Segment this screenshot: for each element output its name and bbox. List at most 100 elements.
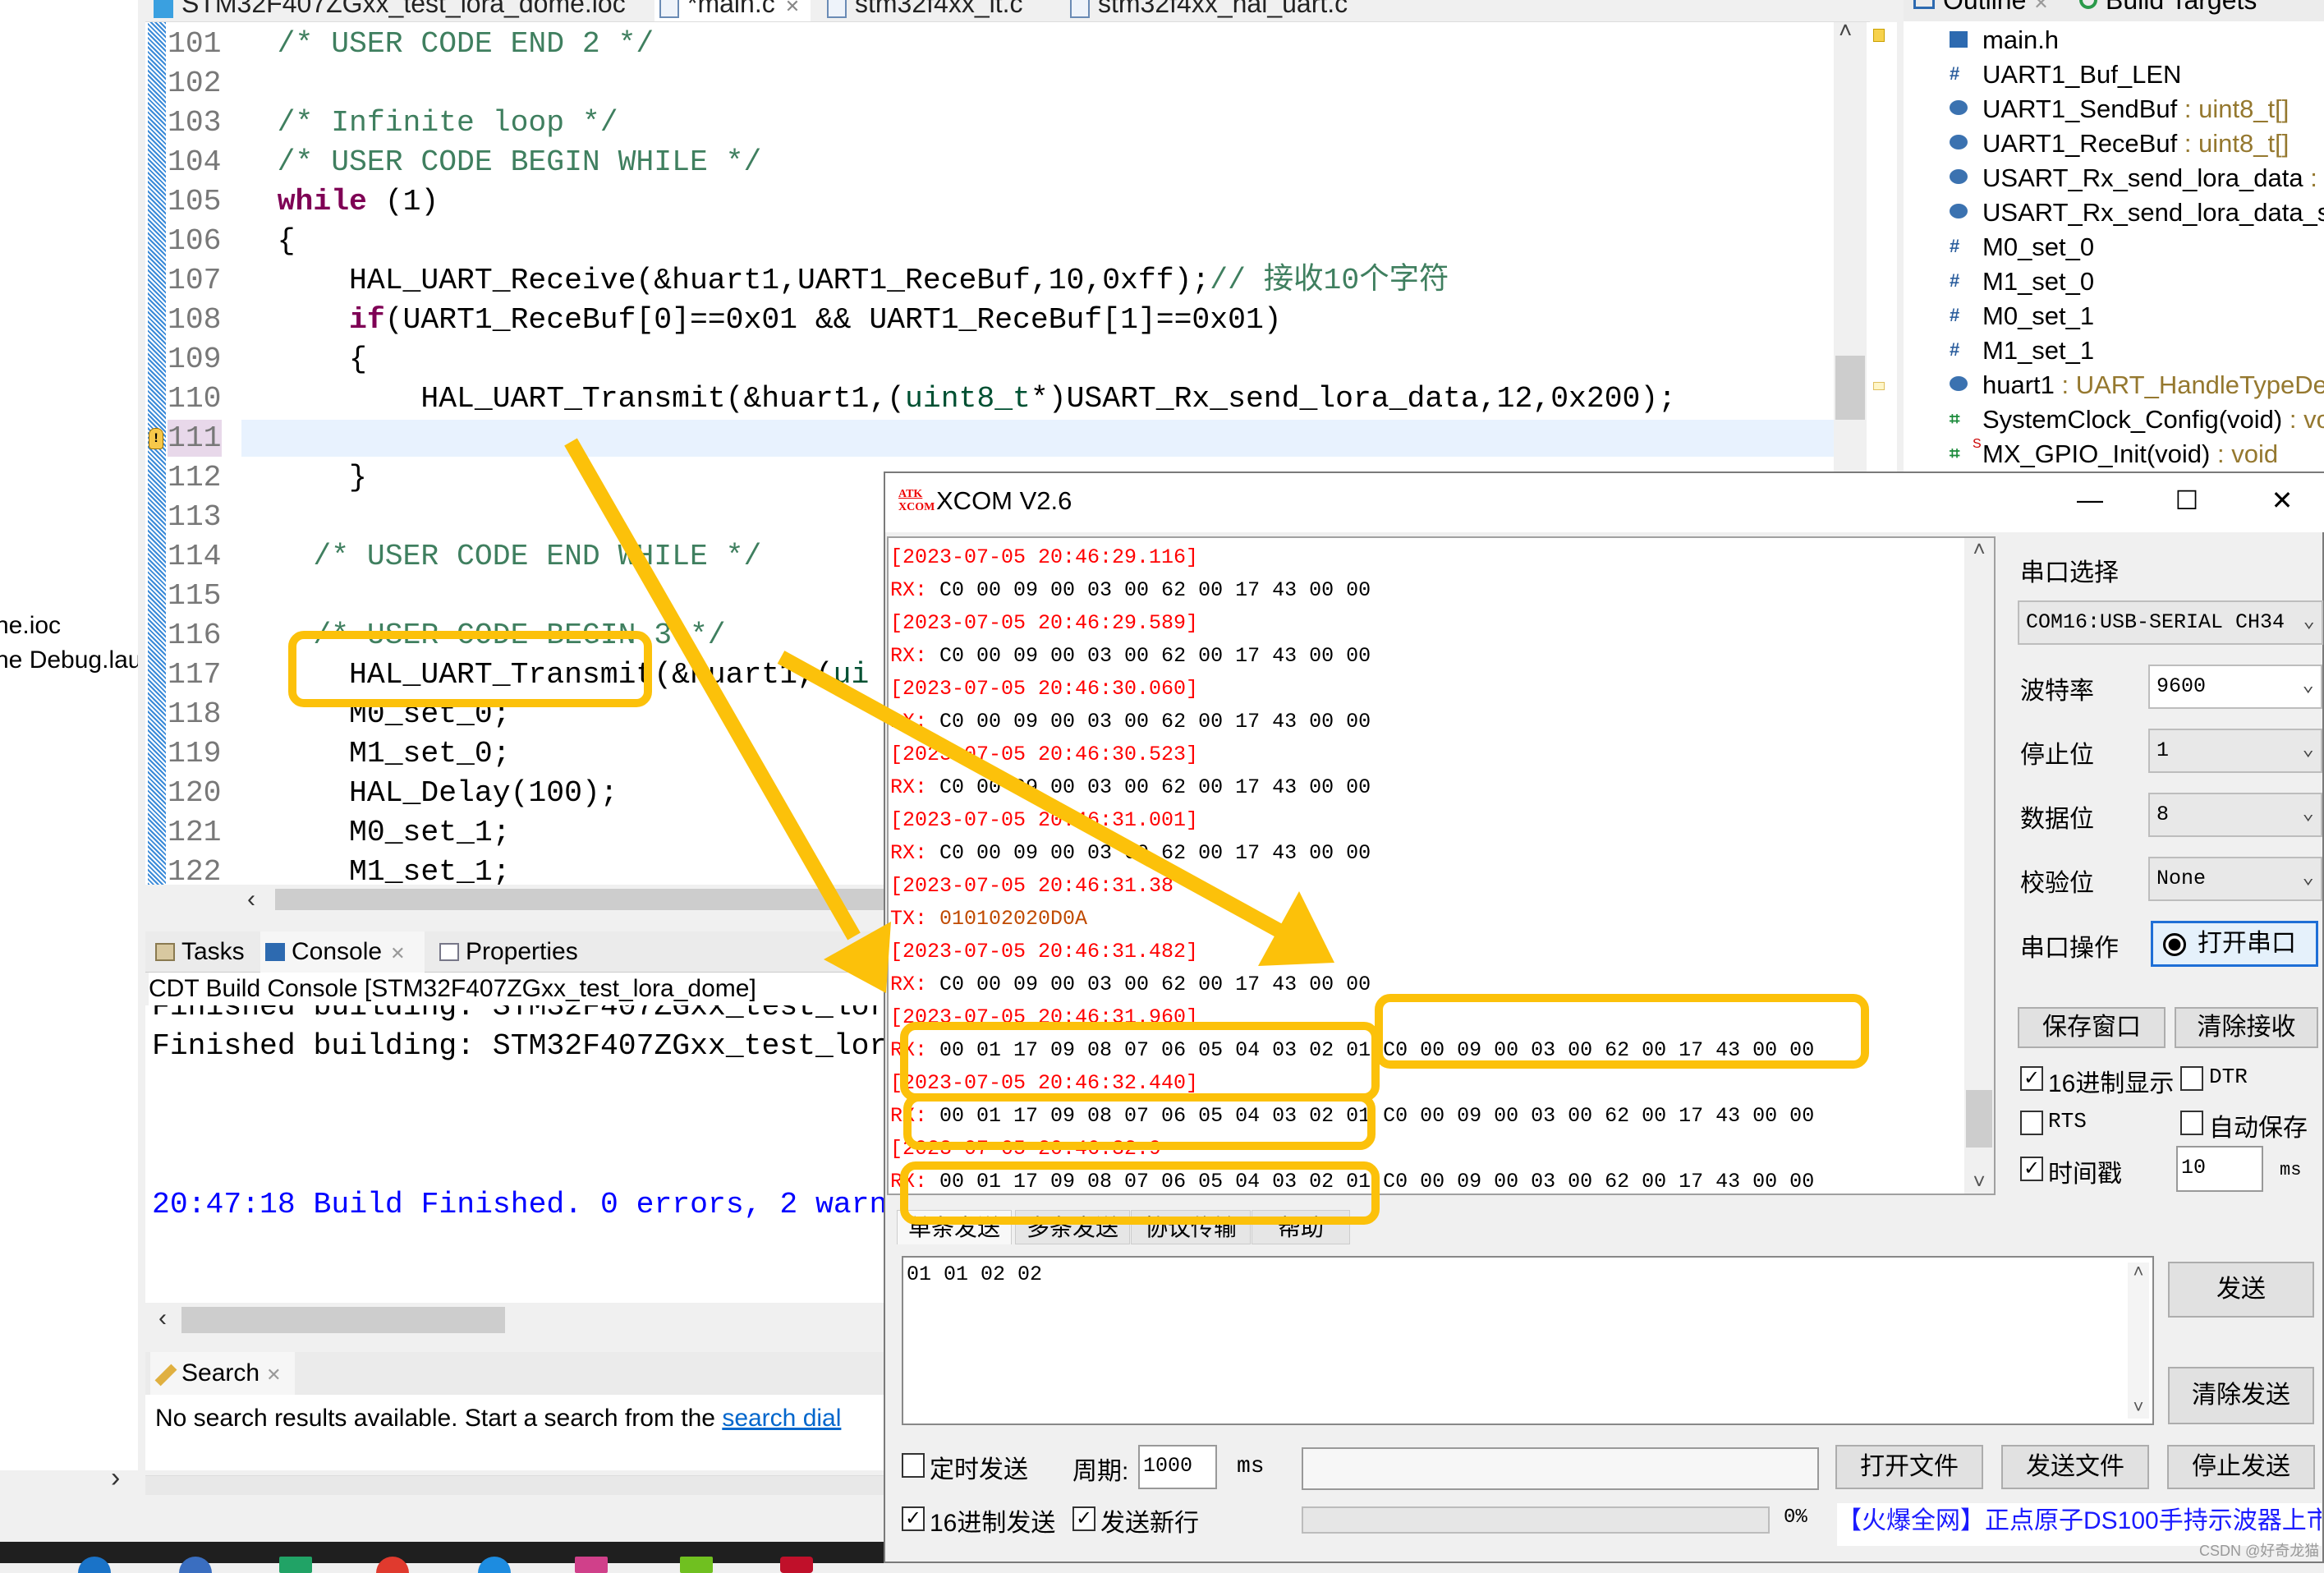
baud-select[interactable]: 9600 ⌄	[2148, 665, 2322, 709]
close-button[interactable]: ✕	[2266, 485, 2299, 516]
tab-multi-send[interactable]: 多条发送	[1015, 1210, 1130, 1244]
save-window-button[interactable]: 保存窗口	[2018, 1007, 2166, 1048]
code-text: M1_set_1;	[241, 853, 511, 885]
project-file-item[interactable]: ne.ioc	[0, 612, 61, 640]
tab-single-send[interactable]: 单条发送	[897, 1210, 1012, 1244]
chevron-right-icon[interactable]: ›	[111, 1462, 120, 1494]
scroll-up-icon[interactable]: ˄	[2128, 1263, 2149, 1283]
rts-checkbox[interactable]	[2020, 1111, 2043, 1135]
tab-console[interactable]: Console ✕	[260, 931, 425, 973]
warning-icon[interactable]: !	[149, 428, 163, 449]
port-select[interactable]: COM16:USB-SERIAL CH34 ⌄	[2018, 600, 2323, 645]
line-number: 112	[168, 461, 222, 494]
taskbar-app-icon[interactable]	[78, 1557, 111, 1573]
tab-it-c[interactable]: stm32f4xx_it.c	[822, 0, 1036, 21]
tab-build-targets[interactable]: Build Targets	[2079, 0, 2257, 16]
code-line[interactable]: 106 {	[145, 222, 1870, 261]
taskbar-app-icon[interactable]	[376, 1557, 409, 1573]
tab-protocol[interactable]: 协议传输	[1131, 1210, 1251, 1244]
minimize-button[interactable]: —	[2074, 485, 2106, 515]
close-icon[interactable]: ✕	[266, 1364, 281, 1385]
send-file-button[interactable]: 发送文件	[2001, 1445, 2149, 1489]
tab-help[interactable]: 帮助	[1252, 1210, 1350, 1244]
parity-select[interactable]: None ⌄	[2148, 857, 2322, 901]
hex-display-checkbox[interactable]: ✓	[2020, 1066, 2043, 1091]
code-line[interactable]: 105 while (1)	[145, 182, 1870, 222]
console-output[interactable]: Finished building: STM32F407ZGxx_test_lo…	[145, 1005, 884, 1303]
code-line[interactable]: 103 /* Infinite loop */	[145, 103, 1870, 143]
code-token-plain: *)USART_Rx_send_lora_data,12,0x200);	[1030, 382, 1677, 416]
code-line[interactable]: 101 /* USER CODE END 2 */	[145, 25, 1870, 64]
scroll-thumb[interactable]	[181, 1307, 505, 1333]
send-button[interactable]: 发送	[2168, 1262, 2314, 1318]
tab-outline[interactable]: Outline ✕	[1913, 0, 2049, 16]
maximize-button[interactable]: ☐	[2170, 485, 2203, 516]
code-line[interactable]: 104 /* USER CODE BEGIN WHILE */	[145, 143, 1870, 182]
stop-bits-select[interactable]: 1 ⌄	[2148, 729, 2322, 773]
code-line[interactable]: 108 if(UART1_ReceBuf[0]==0x01 && UART1_R…	[145, 301, 1870, 340]
code-token-plain: M1_set_1;	[241, 855, 511, 885]
clear-send-button[interactable]: 清除发送	[2168, 1367, 2314, 1424]
tab-ioc[interactable]: STM32F407ZGxx_test_lora_dome.ioc	[149, 0, 626, 21]
scroll-down-icon[interactable]: ˅	[2128, 1398, 2149, 1419]
taskbar-app-icon[interactable]	[575, 1557, 608, 1573]
scroll-left-icon[interactable]: ‹	[158, 1304, 167, 1332]
close-icon[interactable]: ✕	[390, 943, 405, 964]
tab-hal-uart-c[interactable]: stm32f4xx_hal_uart.c	[1065, 0, 1394, 21]
scroll-thumb[interactable]	[1835, 356, 1865, 420]
timestamp-line: [2023-07-05 20:46:31.960]	[890, 1005, 1199, 1029]
code-line[interactable]: 110 HAL_UART_Transmit(&huart1,(uint8_t*)…	[145, 379, 1870, 419]
scroll-up-icon[interactable]: ˄	[1839, 17, 1852, 44]
scroll-thumb[interactable]	[1966, 1090, 1992, 1148]
period-input[interactable]: 1000	[1138, 1445, 1217, 1489]
code-line[interactable]: 102	[145, 64, 1870, 103]
taskbar-app-icon[interactable]	[279, 1557, 312, 1573]
timed-send-checkbox[interactable]	[902, 1453, 925, 1478]
code-line[interactable]: 107 HAL_UART_Receive(&huart1,UART1_ReceB…	[145, 261, 1870, 301]
rx-line: RX: C0 00 09 00 03 00 62 00 17 43 00 00	[890, 640, 1371, 673]
open-file-button[interactable]: 打开文件	[1835, 1445, 1983, 1489]
scroll-up-icon[interactable]: ˄	[1964, 538, 1994, 563]
send-newline-checkbox[interactable]: ✓	[1072, 1506, 1095, 1531]
dtr-checkbox[interactable]	[2180, 1066, 2203, 1091]
taskbar-app-icon[interactable]	[780, 1557, 813, 1573]
timestamp-label: 时间戳	[2048, 1161, 2122, 1188]
tab-properties[interactable]: Properties	[434, 931, 578, 973]
code-text: while (1)	[241, 182, 439, 222]
code-line[interactable]: 111	[145, 419, 1870, 458]
timestamp-checkbox[interactable]: ✓	[2020, 1157, 2043, 1181]
console-horizontal-scrollbar[interactable]: ‹	[145, 1304, 884, 1336]
timed-send-label: 定时发送	[930, 1456, 1028, 1483]
send-input[interactable]: 01 01 02 02 ˄ ˅	[902, 1256, 2154, 1425]
occurrence-marker-icon[interactable]	[1873, 382, 1885, 390]
open-port-button[interactable]: 打开串口	[2151, 921, 2318, 967]
tab-main-c[interactable]: *main.c ✕	[654, 0, 811, 21]
file-path-input[interactable]	[1302, 1447, 1819, 1490]
code-line[interactable]: 109 {	[145, 340, 1870, 379]
scroll-down-icon[interactable]: ˅	[1964, 1171, 1994, 1194]
warning-marker-icon[interactable]	[1873, 29, 1885, 42]
tab-search[interactable]: Search ✕	[150, 1352, 295, 1395]
timestamp-interval-input[interactable]: 10	[2176, 1146, 2263, 1192]
project-file-item[interactable]: ne Debug.lau	[0, 646, 138, 674]
taskbar-app-icon[interactable]	[179, 1557, 212, 1573]
taskbar-app-icon[interactable]	[680, 1557, 713, 1573]
hex-send-checkbox[interactable]: ✓	[902, 1506, 925, 1531]
search-dialog-link[interactable]: search dial	[722, 1405, 841, 1432]
line-number: 120	[168, 776, 222, 810]
scroll-left-icon[interactable]: ‹	[247, 885, 255, 913]
tab-tasks[interactable]: Tasks	[150, 931, 245, 973]
close-icon[interactable]: ✕	[2033, 0, 2048, 13]
clear-receive-button[interactable]: 清除接收	[2175, 1007, 2318, 1048]
close-icon[interactable]: ✕	[785, 0, 800, 16]
title-bar[interactable]: ATK XCOM XCOM V2.6 — ☐ ✕	[885, 473, 2324, 532]
timestamp-line: [2023-07-05 20:46:30.523]	[890, 743, 1199, 766]
receive-scrollbar[interactable]: ˄ ˅	[1964, 538, 1994, 1194]
taskbar-app-icon[interactable]	[478, 1557, 511, 1573]
stop-send-button[interactable]: 停止发送	[2167, 1445, 2315, 1489]
line-number: 116	[168, 619, 222, 652]
send-scrollbar[interactable]: ˄ ˅	[2128, 1263, 2149, 1419]
auto-save-checkbox[interactable]	[2180, 1111, 2203, 1135]
receive-area[interactable]: [2023-07-05 20:46:29.116] RX: C0 00 09 00…	[887, 536, 1996, 1195]
data-bits-select[interactable]: 8 ⌄	[2148, 793, 2322, 837]
